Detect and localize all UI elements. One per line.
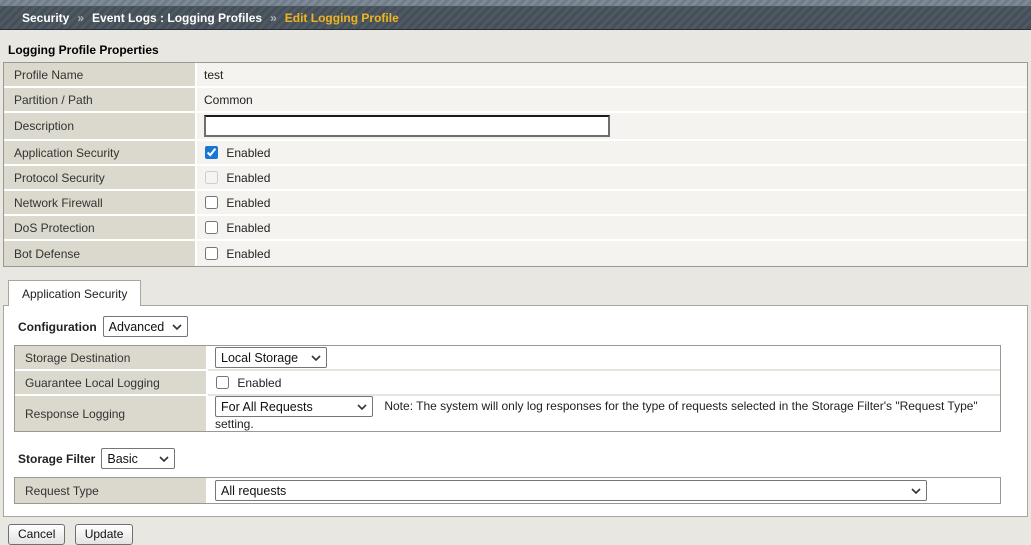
chevron-down-icon (311, 354, 321, 361)
chevron-down-icon (172, 323, 182, 330)
chevron-down-icon (911, 487, 921, 494)
application-security-checkbox[interactable] (205, 145, 218, 159)
update-button[interactable]: Update (74, 524, 134, 545)
protocol-security-checkbox (205, 170, 218, 184)
page-title: Logging Profile Properties (8, 43, 159, 57)
breadcrumb-separator-icon: » (77, 10, 85, 25)
profile-name-label: Profile Name (4, 63, 197, 88)
network-firewall-label: Network Firewall (4, 191, 197, 216)
enabled-label: Enabled (226, 195, 271, 210)
storage-destination-select-value: Local Storage (221, 350, 299, 365)
dos-protection-label: DoS Protection (4, 216, 197, 241)
network-firewall-checkbox[interactable] (205, 195, 218, 209)
table-row: Guarantee Local Logging Enabled (15, 371, 1000, 396)
enabled-label: Enabled (226, 220, 271, 235)
bot-defense-label: Bot Defense (4, 241, 197, 266)
table-row: DoS Protection Enabled (4, 216, 1027, 241)
cancel-button[interactable]: Cancel (8, 524, 66, 545)
request-type-select[interactable]: All requests (215, 480, 927, 501)
guarantee-local-logging-checkbox[interactable] (216, 375, 229, 389)
request-type-select-value: All requests (221, 483, 287, 498)
storage-filter-select-value: Basic (107, 451, 138, 466)
configuration-table: Storage Destination Local Storage Guaran… (14, 345, 1001, 432)
table-row: Request Type All requests (15, 478, 1000, 503)
bot-defense-checkbox[interactable] (205, 246, 218, 260)
table-row: Profile Name test (4, 63, 1027, 88)
storage-destination-label: Storage Destination (15, 346, 208, 371)
enabled-label: Enabled (226, 170, 271, 185)
table-row: Response Logging For All Requests Note: … (15, 396, 1000, 431)
configuration-select[interactable]: Advanced (102, 316, 189, 337)
chevron-down-icon (159, 455, 169, 462)
breadcrumb-separator-icon: » (270, 10, 277, 25)
breadcrumb-item-current: Edit Logging Profile (284, 10, 399, 25)
table-row: Description (4, 113, 1027, 141)
storage-destination-select[interactable]: Local Storage (215, 347, 327, 368)
partition-path-value: Common (197, 88, 1027, 113)
table-row: Network Firewall Enabled (4, 191, 1027, 216)
enabled-label: Enabled (237, 375, 282, 390)
application-security-label: Application Security (4, 141, 197, 166)
table-row: Partition / Path Common (4, 88, 1027, 113)
configuration-label: Configuration (18, 319, 97, 334)
description-label: Description (4, 113, 197, 141)
tab-application-security[interactable]: Application Security (8, 280, 142, 306)
table-row: Application Security Enabled (4, 141, 1027, 166)
response-logging-select[interactable]: For All Requests (215, 396, 373, 417)
protocol-security-label: Protocol Security (4, 166, 197, 191)
storage-filter-label: Storage Filter (18, 451, 96, 466)
chevron-down-icon (357, 403, 367, 410)
configuration-select-value: Advanced (108, 319, 165, 334)
response-logging-select-value: For All Requests (221, 399, 313, 414)
breadcrumb-item-security[interactable]: Security (22, 11, 69, 25)
response-logging-label: Response Logging (15, 396, 208, 431)
application-security-panel: Configuration Advanced Storage Destinati… (3, 305, 1028, 517)
table-row: Storage Destination Local Storage (15, 346, 1000, 371)
request-type-label: Request Type (15, 478, 208, 503)
enabled-label: Enabled (226, 145, 271, 160)
guarantee-local-logging-label: Guarantee Local Logging (15, 371, 208, 396)
logging-profile-properties-table: Profile Name test Partition / Path Commo… (3, 62, 1028, 267)
description-input[interactable] (204, 115, 610, 137)
storage-filter-select[interactable]: Basic (101, 448, 176, 469)
storage-filter-table: Request Type All requests (14, 477, 1001, 504)
breadcrumb: Security » Event Logs : Logging Profiles… (0, 6, 1031, 30)
profile-name-value: test (197, 63, 1027, 88)
partition-path-label: Partition / Path (4, 88, 197, 113)
breadcrumb-item-event-logs[interactable]: Event Logs : Logging Profiles (92, 11, 262, 25)
table-row: Bot Defense Enabled (4, 241, 1027, 266)
dos-protection-checkbox[interactable] (205, 220, 218, 234)
table-row: Protocol Security Enabled (4, 166, 1027, 191)
enabled-label: Enabled (226, 246, 271, 261)
